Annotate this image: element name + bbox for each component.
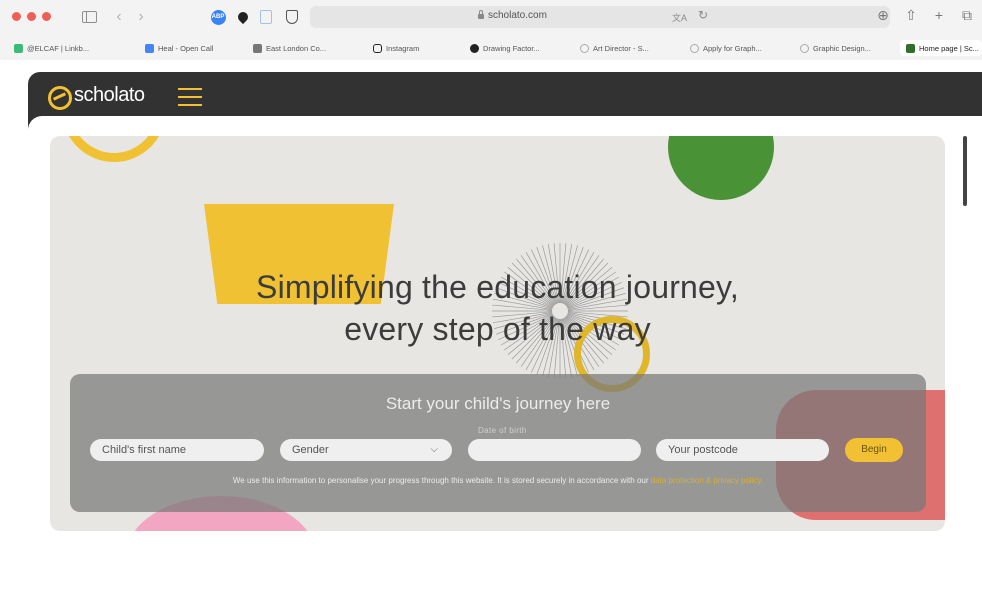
scholato-favicon-icon (906, 43, 915, 53)
share-icon[interactable]: ⇧ (904, 7, 918, 24)
translate-icon[interactable]: 文A (672, 11, 687, 24)
hero-headline: Simplifying the education journey, every… (50, 266, 945, 350)
address-bar[interactable]: scholato.com 文A ↻ (310, 6, 890, 28)
decorative-ring-shape (62, 136, 166, 162)
window-controls (12, 12, 51, 21)
reload-icon[interactable]: ↻ (698, 8, 708, 22)
gender-select-value: Gender (292, 444, 329, 456)
browser-toolbar: ‹ › ABP scholato.com 文A ↻ ⊕ ⇧ + ⧉ @ELCAF… (0, 0, 982, 61)
zoom-window-button[interactable] (42, 12, 51, 21)
signup-form: Start your child's journey here Date of … (70, 374, 926, 512)
forward-arrow-icon[interactable]: › (134, 8, 148, 26)
hamburger-menu-icon[interactable] (178, 88, 202, 106)
favorite-item[interactable]: East London Co... (253, 40, 339, 56)
favorite-item[interactable]: Drawing Factor... (470, 40, 562, 56)
postcode-input[interactable]: Your postcode (656, 439, 829, 461)
back-arrow-icon[interactable]: ‹ (112, 8, 126, 26)
chevron-down-icon: ⌵ (430, 444, 438, 455)
new-tab-icon[interactable]: + (932, 7, 946, 24)
headline-line-1: Simplifying the education journey, (256, 269, 739, 305)
privacy-notice: We use this information to personalise y… (70, 476, 926, 485)
globe-icon (580, 43, 589, 53)
instagram-icon (373, 43, 382, 53)
favorites-bar: @ELCAF | Linkb... Heal - Open Call East … (0, 38, 982, 58)
date-of-birth-input[interactable] (468, 439, 641, 461)
first-name-input[interactable]: Child's first name (90, 439, 264, 461)
form-title: Start your child's journey here (385, 394, 611, 413)
extension-badge-icon[interactable]: ABP (210, 8, 226, 26)
favicon-icon (253, 43, 262, 53)
logo-text[interactable]: scholato (74, 84, 145, 107)
scholato-logo-icon[interactable] (48, 86, 72, 110)
extension-shield-icon[interactable] (285, 8, 299, 26)
favicon-icon (14, 43, 23, 53)
favorite-item[interactable]: @ELCAF | Linkb... (14, 40, 118, 56)
minimize-window-button[interactable] (27, 12, 36, 21)
globe-icon (690, 43, 699, 53)
downloads-icon[interactable]: ⊕ (876, 7, 890, 24)
sidebar-toggle-icon[interactable] (80, 8, 98, 26)
favicon-icon (470, 43, 479, 53)
tab-overview-icon[interactable]: ⧉ (960, 7, 974, 24)
headline-line-2: every step of the way (344, 311, 651, 347)
begin-button[interactable]: Begin (845, 438, 903, 462)
favorite-item[interactable]: Instagram (373, 40, 443, 56)
url-text: scholato.com (488, 10, 547, 21)
favorite-item[interactable]: Art Director - S... (580, 40, 668, 56)
favorite-item[interactable]: Graphic Design... (800, 40, 888, 56)
privacy-text: We use this information to personalise y… (232, 476, 649, 485)
favorite-item[interactable]: Heal - Open Call (145, 40, 229, 56)
globe-icon (800, 43, 809, 53)
hero-section: Simplifying the education journey, every… (50, 136, 945, 531)
decorative-green-circle (668, 136, 774, 200)
page-scrollbar[interactable] (963, 136, 967, 206)
dob-label: Date of birth (478, 426, 527, 435)
extension-document-icon[interactable] (259, 8, 273, 26)
favorite-item[interactable]: Apply for Graph... (690, 40, 778, 56)
gender-select[interactable]: Gender ⌵ (280, 439, 452, 461)
favorite-item-active[interactable]: Home page | Sc... (900, 40, 982, 56)
close-window-button[interactable] (12, 12, 21, 21)
extension-drop-icon[interactable] (235, 8, 251, 26)
privacy-policy-link[interactable]: data protection & privacy policy. (651, 476, 763, 485)
favicon-icon (145, 43, 154, 53)
lock-icon (478, 10, 484, 19)
